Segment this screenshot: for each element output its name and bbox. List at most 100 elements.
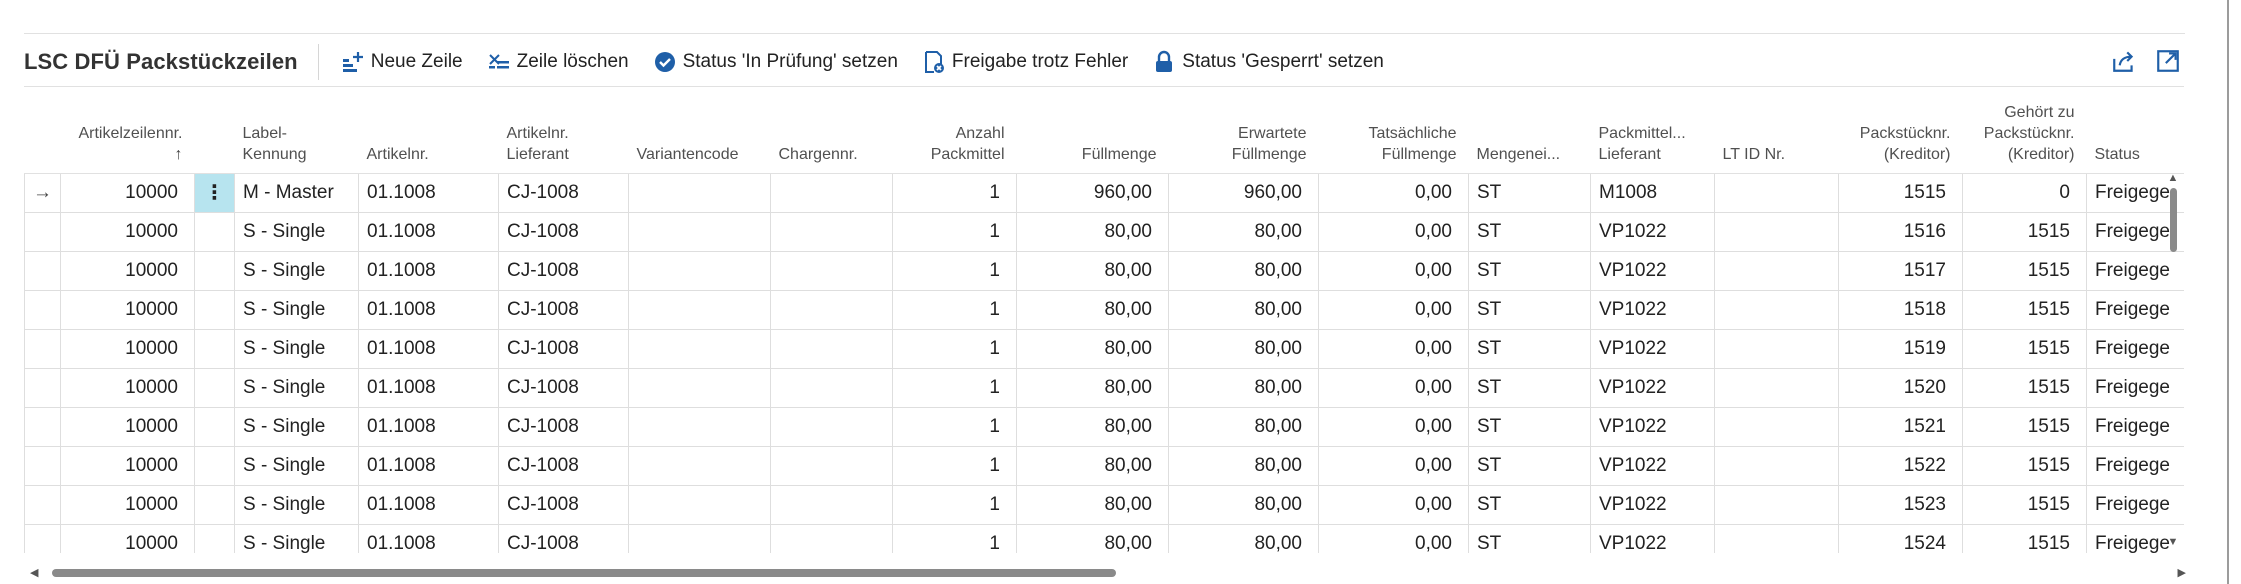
- cell-artikelnr_lieferant[interactable]: CJ-1008: [498, 524, 629, 553]
- cell-anzahl_packmittel[interactable]: 1: [892, 485, 1017, 525]
- cell-artikelnr[interactable]: 01.1008: [358, 173, 499, 213]
- cell-chargennr[interactable]: [770, 446, 893, 486]
- cell-chargennr[interactable]: [770, 212, 893, 252]
- cell-packmittel_lieferant[interactable]: M1008: [1590, 173, 1715, 213]
- cell-fuellmenge[interactable]: 80,00: [1016, 485, 1169, 525]
- cell-mengeneinheit[interactable]: ST: [1468, 446, 1591, 486]
- table-row[interactable]: 10000 S - Single 01.1008 CJ-1008 1 80,00 80,00…: [24, 329, 2184, 369]
- cell-lt_id_nr[interactable]: [1714, 485, 1839, 525]
- cell-artikelnr[interactable]: 01.1008: [358, 524, 499, 553]
- cell-gehoert_zu[interactable]: 1515: [1962, 446, 2087, 486]
- cell-lt_id_nr[interactable]: [1714, 446, 1839, 486]
- table-row[interactable]: 10000 S - Single 01.1008 CJ-1008 1 80,00 80,00…: [24, 524, 2184, 553]
- cell-erwartete_fuellmenge[interactable]: 80,00: [1168, 290, 1319, 330]
- column-header-gehoert-zu[interactable]: Gehört zu Packstücknr. (Kreditor): [1962, 87, 2087, 174]
- cell-variantencode[interactable]: [628, 368, 771, 408]
- row-indicator[interactable]: [24, 446, 61, 486]
- cell-artikelnr_lieferant[interactable]: CJ-1008: [498, 485, 629, 525]
- cell-artikelnr_lieferant[interactable]: CJ-1008: [498, 173, 629, 213]
- cell-anzahl_packmittel[interactable]: 1: [892, 524, 1017, 553]
- cell-gehoert_zu[interactable]: 1515: [1962, 368, 2087, 408]
- column-header-artikelnr-lieferant[interactable]: Artikelnr. Lieferant: [498, 87, 629, 174]
- cell-erwartete_fuellmenge[interactable]: 80,00: [1168, 485, 1319, 525]
- cell-anzahl_packmittel[interactable]: 1: [892, 173, 1017, 213]
- cell-packstuecknr_kreditor[interactable]: 1523: [1838, 485, 1963, 525]
- vertical-scrollbar[interactable]: ▲ ▼: [2166, 172, 2180, 552]
- cell-erwartete_fuellmenge[interactable]: 80,00: [1168, 329, 1319, 369]
- table-row[interactable]: 10000 S - Single 01.1008 CJ-1008 1 80,00 80,00…: [24, 251, 2184, 291]
- cell-label_kennung[interactable]: S - Single: [234, 446, 359, 486]
- row-menu-cell[interactable]: ⋮: [194, 173, 235, 213]
- cell-gehoert_zu[interactable]: 1515: [1962, 485, 2087, 525]
- cell-fuellmenge[interactable]: 80,00: [1016, 212, 1169, 252]
- row-menu-cell[interactable]: [194, 212, 235, 252]
- cell-variantencode[interactable]: [628, 329, 771, 369]
- cell-mengeneinheit[interactable]: ST: [1468, 290, 1591, 330]
- cell-gehoert_zu[interactable]: 1515: [1962, 251, 2087, 291]
- cell-lt_id_nr[interactable]: [1714, 290, 1839, 330]
- cell-lt_id_nr[interactable]: [1714, 368, 1839, 408]
- cell-label_kennung[interactable]: M - Master: [234, 173, 359, 213]
- row-indicator[interactable]: [24, 290, 61, 330]
- cell-erwartete_fuellmenge[interactable]: 80,00: [1168, 407, 1319, 447]
- table-row[interactable]: 10000 S - Single 01.1008 CJ-1008 1 80,00 80,00…: [24, 485, 2184, 525]
- cell-erwartete_fuellmenge[interactable]: 80,00: [1168, 446, 1319, 486]
- cell-artikelzeilennr[interactable]: 10000: [60, 329, 195, 369]
- cell-fuellmenge[interactable]: 80,00: [1016, 368, 1169, 408]
- cell-mengeneinheit[interactable]: ST: [1468, 212, 1591, 252]
- horizontal-scrollbar[interactable]: ◀ ▶: [30, 566, 2186, 580]
- cell-lt_id_nr[interactable]: [1714, 524, 1839, 553]
- cell-fuellmenge[interactable]: 80,00: [1016, 524, 1169, 553]
- row-indicator[interactable]: [24, 329, 61, 369]
- cell-mengeneinheit[interactable]: ST: [1468, 368, 1591, 408]
- cell-artikelnr_lieferant[interactable]: CJ-1008: [498, 290, 629, 330]
- horizontal-scroll-thumb[interactable]: [52, 569, 1116, 577]
- cell-variantencode[interactable]: [628, 212, 771, 252]
- column-header-fuellmenge[interactable]: Füllmenge: [1016, 87, 1169, 174]
- cell-packmittel_lieferant[interactable]: VP1022: [1590, 368, 1715, 408]
- cell-label_kennung[interactable]: S - Single: [234, 524, 359, 553]
- row-menu-cell[interactable]: [194, 446, 235, 486]
- cell-packstuecknr_kreditor[interactable]: 1519: [1838, 329, 1963, 369]
- table-row[interactable]: 10000 S - Single 01.1008 CJ-1008 1 80,00 80,00…: [24, 290, 2184, 330]
- scroll-down-icon[interactable]: ▼: [2166, 536, 2180, 548]
- cell-anzahl_packmittel[interactable]: 1: [892, 407, 1017, 447]
- cell-packmittel_lieferant[interactable]: VP1022: [1590, 524, 1715, 553]
- cell-tatsaechliche_fuellmenge[interactable]: 0,00: [1318, 173, 1469, 213]
- cell-variantencode[interactable]: [628, 446, 771, 486]
- row-menu-icon[interactable]: ⋮: [195, 174, 234, 212]
- cell-label_kennung[interactable]: S - Single: [234, 485, 359, 525]
- cell-label_kennung[interactable]: S - Single: [234, 368, 359, 408]
- cell-artikelnr[interactable]: 01.1008: [358, 251, 499, 291]
- row-menu-cell[interactable]: [194, 485, 235, 525]
- cell-packmittel_lieferant[interactable]: VP1022: [1590, 290, 1715, 330]
- cell-artikelzeilennr[interactable]: 10000: [60, 524, 195, 553]
- cell-label_kennung[interactable]: S - Single: [234, 329, 359, 369]
- column-header-erwartete-fuellmenge[interactable]: Erwartete Füllmenge: [1168, 87, 1319, 174]
- cell-tatsaechliche_fuellmenge[interactable]: 0,00: [1318, 368, 1469, 408]
- cell-lt_id_nr[interactable]: [1714, 173, 1839, 213]
- share-icon[interactable]: [2111, 48, 2137, 74]
- cell-label_kennung[interactable]: S - Single: [234, 290, 359, 330]
- release-despite-error-button[interactable]: Freigabe trotz Fehler: [922, 50, 1128, 74]
- table-row-active[interactable]: → 10000 ⋮ M - Master 01.1008 CJ-1008 1 960,00 96…: [24, 173, 2184, 213]
- cell-variantencode[interactable]: [628, 251, 771, 291]
- cell-artikelnr[interactable]: 01.1008: [358, 212, 499, 252]
- cell-mengeneinheit[interactable]: ST: [1468, 485, 1591, 525]
- cell-artikelzeilennr[interactable]: 10000: [60, 173, 195, 213]
- cell-artikelnr[interactable]: 01.1008: [358, 329, 499, 369]
- cell-artikelzeilennr[interactable]: 10000: [60, 407, 195, 447]
- cell-tatsaechliche_fuellmenge[interactable]: 0,00: [1318, 212, 1469, 252]
- cell-packstuecknr_kreditor[interactable]: 1515: [1838, 173, 1963, 213]
- cell-gehoert_zu[interactable]: 1515: [1962, 407, 2087, 447]
- row-indicator[interactable]: [24, 524, 61, 553]
- delete-line-button[interactable]: Zeile löschen: [487, 50, 629, 74]
- cell-variantencode[interactable]: [628, 173, 771, 213]
- cell-artikelzeilennr[interactable]: 10000: [60, 485, 195, 525]
- cell-fuellmenge[interactable]: 80,00: [1016, 407, 1169, 447]
- cell-artikelnr_lieferant[interactable]: CJ-1008: [498, 368, 629, 408]
- cell-chargennr[interactable]: [770, 290, 893, 330]
- table-row[interactable]: 10000 S - Single 01.1008 CJ-1008 1 80,00 80,00…: [24, 368, 2184, 408]
- cell-variantencode[interactable]: [628, 524, 771, 553]
- cell-packmittel_lieferant[interactable]: VP1022: [1590, 251, 1715, 291]
